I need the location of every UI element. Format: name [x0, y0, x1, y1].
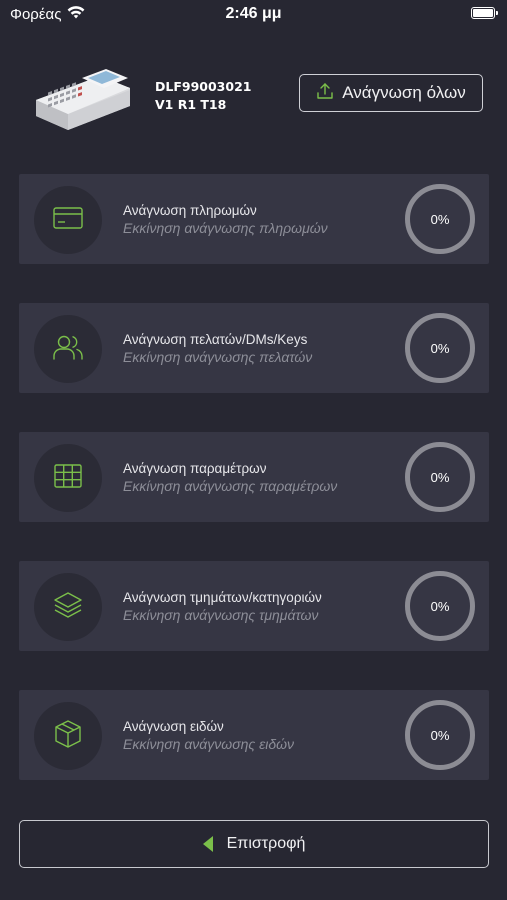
card-title: Ανάγνωση παραμέτρων — [123, 461, 267, 476]
device-info: DLF99003021 V1 R1 T18 — [155, 78, 251, 114]
read-items-card[interactable]: Ανάγνωση ειδών Εκκίνηση ανάγνωσης ειδών … — [19, 690, 489, 780]
card-icon-container — [34, 573, 102, 641]
progress-value: 0% — [430, 211, 450, 227]
progress-ring: 0% — [405, 700, 475, 770]
progress-value: 0% — [430, 598, 450, 614]
layers-icon — [53, 591, 83, 624]
read-customers-card[interactable]: Ανάγνωση πελατών/DMs/Keys Εκκίνηση ανάγν… — [19, 303, 489, 393]
back-button[interactable]: Επιστροφή — [19, 820, 489, 868]
card-title: Ανάγνωση ειδών — [123, 719, 224, 734]
card-subtitle: Εκκίνηση ανάγνωσης τμημάτων — [123, 607, 319, 623]
card-icon-container — [34, 444, 102, 512]
card-icon-container — [34, 702, 102, 770]
grid-icon — [54, 463, 82, 493]
card-title: Ανάγνωση τμημάτων/κατηγοριών — [123, 590, 322, 605]
progress-value: 0% — [430, 340, 450, 356]
card-icon-container — [34, 315, 102, 383]
status-time: 2:46 μμ — [225, 5, 282, 22]
progress-ring: 0% — [405, 571, 475, 641]
card-subtitle: Εκκίνηση ανάγνωσης πελατών — [123, 349, 313, 365]
read-all-button[interactable]: Ανάγνωση όλων — [299, 74, 483, 112]
progress-value: 0% — [430, 727, 450, 743]
device-serial: DLF99003021 — [155, 79, 252, 94]
device-header: DLF99003021 V1 R1 T18 Ανάγνωση όλων — [0, 60, 507, 140]
read-payments-card[interactable]: Ανάγνωση πληρωμών Εκκίνηση ανάγνωσης πλη… — [19, 174, 489, 264]
card-title: Ανάγνωση πελατών/DMs/Keys — [123, 332, 308, 347]
read-task-list: Ανάγνωση πληρωμών Εκκίνηση ανάγνωσης πλη… — [19, 174, 489, 819]
progress-value: 0% — [430, 469, 450, 485]
card-icon-container — [34, 186, 102, 254]
credit-card-icon — [53, 206, 83, 234]
read-departments-card[interactable]: Ανάγνωση τμημάτων/κατηγοριών Εκκίνηση αν… — [19, 561, 489, 651]
card-subtitle: Εκκίνηση ανάγνωσης πληρωμών — [123, 220, 328, 236]
device-version: V1 R1 T18 — [155, 97, 227, 112]
progress-ring: 0% — [405, 442, 475, 512]
box-icon — [54, 719, 82, 754]
read-all-label: Ανάγνωση όλων — [342, 83, 466, 102]
read-parameters-card[interactable]: Ανάγνωση παραμέτρων Εκκίνηση ανάγνωσης π… — [19, 432, 489, 522]
battery-icon — [471, 7, 498, 19]
card-title: Ανάγνωση πληρωμών — [123, 203, 257, 218]
card-subtitle: Εκκίνηση ανάγνωσης παραμέτρων — [123, 478, 338, 494]
progress-ring: 0% — [405, 313, 475, 383]
users-icon — [52, 334, 84, 365]
progress-ring: 0% — [405, 184, 475, 254]
status-bar: Φορέας 2:46 μμ — [0, 0, 507, 28]
card-subtitle: Εκκίνηση ανάγνωσης ειδών — [123, 736, 295, 752]
upload-icon — [316, 82, 334, 105]
back-label: Επιστροφή — [226, 835, 306, 852]
fiscal-cash-register-image — [30, 66, 134, 132]
back-arrow-icon — [202, 836, 213, 852]
